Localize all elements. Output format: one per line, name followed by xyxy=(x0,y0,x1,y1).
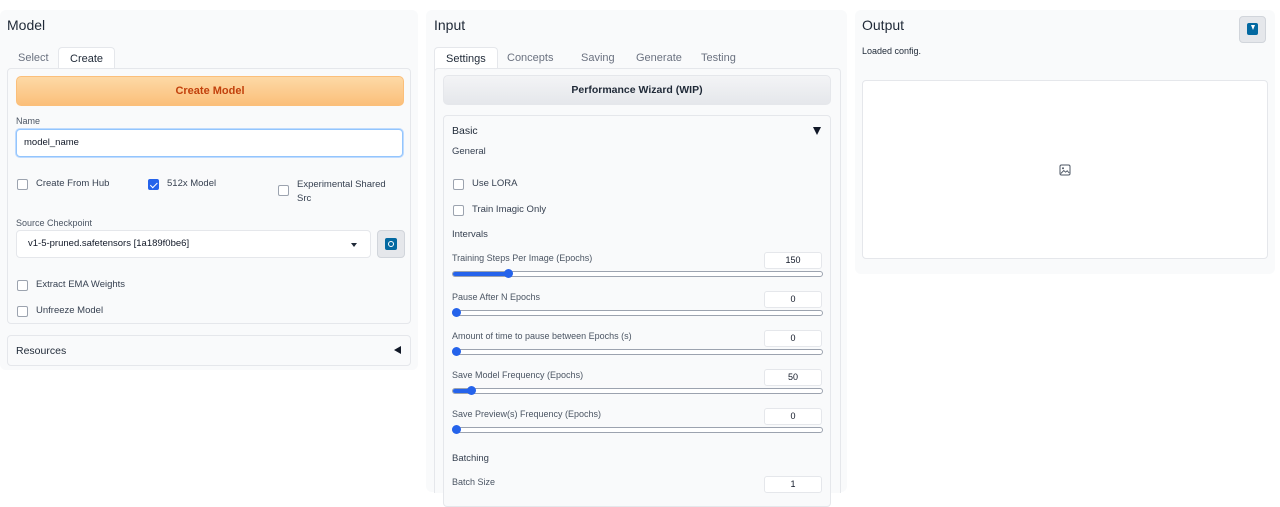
source-checkpoint-value: v1-5-pruned.safetensors [1a189f0be6] xyxy=(28,238,190,249)
tab-generate[interactable]: Generate xyxy=(625,47,693,69)
slider-number-input[interactable]: 150 xyxy=(764,252,822,269)
train-imagic-label: Train Imagic Only xyxy=(472,204,547,215)
create-model-button[interactable]: Create Model xyxy=(16,76,404,106)
output-column: Output Loaded config. xyxy=(855,10,1275,274)
resources-accordion[interactable]: Resources xyxy=(7,335,411,366)
output-image-area xyxy=(862,80,1268,259)
checkbox-box[interactable] xyxy=(453,179,464,190)
unfreeze-model-label: Unfreeze Model xyxy=(36,305,104,316)
model-512-checkbox[interactable]: 512x Model xyxy=(148,178,216,190)
source-checkpoint-select[interactable]: v1-5-pruned.safetensors [1a189f0be6] xyxy=(16,230,371,258)
output-status: Loaded config. xyxy=(862,46,922,56)
slider-label: Save Model Frequency (Epochs) xyxy=(452,370,584,380)
slider-track[interactable] xyxy=(452,425,823,434)
output-title: Output xyxy=(862,17,905,33)
expand-down-icon[interactable] xyxy=(813,127,821,135)
intervals-section-label: Intervals xyxy=(452,229,488,240)
model-column: Model Select Create Create Model Name mo… xyxy=(0,10,418,370)
refresh-icon xyxy=(385,238,397,250)
checkbox-box[interactable] xyxy=(17,179,28,190)
chevron-down-icon xyxy=(351,243,357,247)
input-title: Input xyxy=(434,17,466,33)
tab-concepts[interactable]: Concepts xyxy=(496,47,564,69)
train-imagic-checkbox[interactable]: Train Imagic Only xyxy=(453,204,546,216)
tab-testing[interactable]: Testing xyxy=(690,47,747,69)
name-label: Name xyxy=(16,116,41,126)
use-lora-checkbox[interactable]: Use LORA xyxy=(453,178,517,190)
tab-saving[interactable]: Saving xyxy=(570,47,626,69)
slider-label: Pause After N Epochs xyxy=(452,292,541,302)
name-input[interactable]: model_name xyxy=(16,129,403,157)
slider-fill xyxy=(453,272,509,276)
slider-number-input[interactable]: 0 xyxy=(764,408,822,425)
slider-number-input[interactable]: 0 xyxy=(764,291,822,308)
tab-select[interactable]: Select xyxy=(7,47,60,69)
basic-accordion: Basic General Use LORA Train Imagic Only… xyxy=(443,115,831,507)
checkbox-box[interactable] xyxy=(17,306,28,317)
basic-label: Basic xyxy=(452,125,478,137)
model-title: Model xyxy=(7,17,46,33)
refresh-checkpoint-button[interactable] xyxy=(377,230,405,258)
create-panel: Create Model Name model_name Create From… xyxy=(7,68,411,324)
slider-number-input[interactable]: 0 xyxy=(764,330,822,347)
slider-thumb[interactable] xyxy=(466,386,476,395)
general-section-label: General xyxy=(452,146,486,157)
resources-label: Resources xyxy=(16,345,67,357)
slider-track[interactable] xyxy=(452,308,823,317)
extract-ema-label: Extract EMA Weights xyxy=(36,279,126,290)
slider-track[interactable] xyxy=(452,386,823,395)
slider-label: Amount of time to pause between Epochs (… xyxy=(452,331,632,341)
use-lora-label: Use LORA xyxy=(472,178,518,189)
checkbox-box[interactable] xyxy=(278,185,289,196)
batch-size-label: Batch Size xyxy=(452,477,496,487)
image-icon xyxy=(1059,164,1071,176)
create-from-hub-label: Create From Hub xyxy=(36,178,110,189)
batch-size-input[interactable]: 1 xyxy=(764,476,822,493)
slider-track[interactable] xyxy=(452,269,823,278)
collapse-left-icon xyxy=(394,346,401,354)
download-button[interactable] xyxy=(1239,16,1266,43)
checkbox-checked-box[interactable] xyxy=(148,179,159,190)
experimental-shared-src-label: Experimental Shared Src xyxy=(297,179,386,204)
create-from-hub-checkbox[interactable]: Create From Hub xyxy=(17,178,109,190)
batching-section-label: Batching xyxy=(452,453,489,464)
model-512-label: 512x Model xyxy=(167,178,217,189)
slider-thumb[interactable] xyxy=(452,425,461,434)
settings-panel: Performance Wizard (WIP) Basic General U… xyxy=(434,68,841,507)
checkbox-box[interactable] xyxy=(453,205,464,216)
slider-label: Training Steps Per Image (Epochs) xyxy=(452,253,593,263)
performance-wizard-button[interactable]: Performance Wizard (WIP) xyxy=(443,75,831,105)
slider-thumb[interactable] xyxy=(503,269,513,278)
checkbox-box[interactable] xyxy=(17,280,28,291)
experimental-shared-src-checkbox[interactable]: Experimental Shared Src xyxy=(278,178,386,206)
source-checkpoint-label: Source Checkpoint xyxy=(16,218,93,228)
unfreeze-model-checkbox[interactable]: Unfreeze Model xyxy=(17,305,103,317)
extract-ema-checkbox[interactable]: Extract EMA Weights xyxy=(17,279,125,291)
slider-number-input[interactable]: 50 xyxy=(764,369,822,386)
slider-track[interactable] xyxy=(452,347,823,356)
slider-thumb[interactable] xyxy=(452,347,461,356)
slider-label: Save Preview(s) Frequency (Epochs) xyxy=(452,409,602,419)
download-icon xyxy=(1247,23,1258,35)
input-column: Input Settings Concepts Saving Generate … xyxy=(426,10,847,507)
slider-thumb[interactable] xyxy=(452,308,461,317)
